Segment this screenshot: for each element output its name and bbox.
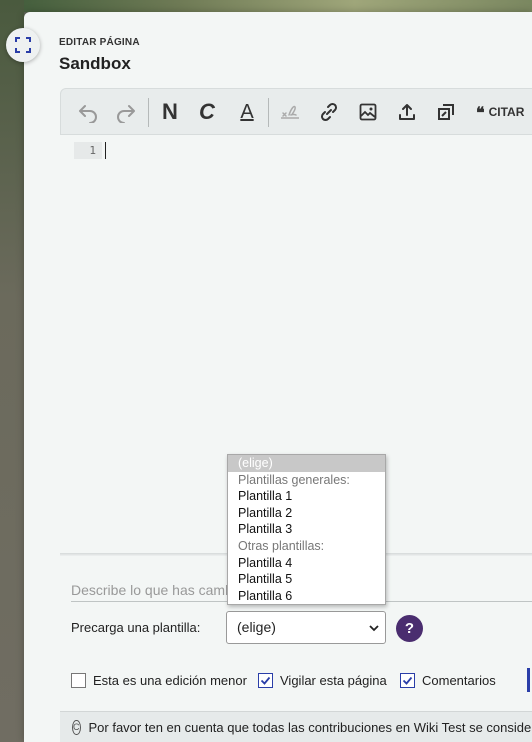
page-title: Sandbox bbox=[59, 54, 131, 73]
dialog-header-label: EDITAR PÁGINA bbox=[59, 37, 140, 48]
license-notice: C Por favor ten en cuenta que todas las … bbox=[60, 711, 532, 742]
image-icon bbox=[359, 103, 377, 121]
line-number: 1 bbox=[74, 142, 102, 159]
upload-button[interactable] bbox=[394, 99, 420, 125]
template-select[interactable]: (elige) bbox=[226, 611, 386, 644]
redo-icon bbox=[117, 105, 135, 123]
image-button[interactable] bbox=[355, 99, 381, 125]
watch-page-checkbox[interactable] bbox=[258, 672, 273, 688]
minor-edit-checkbox[interactable] bbox=[71, 672, 86, 688]
dropdown-option[interactable]: Plantilla 6 bbox=[228, 588, 385, 605]
checkmark-icon bbox=[402, 676, 413, 685]
dropdown-option[interactable]: Plantilla 3 bbox=[228, 521, 385, 538]
quote-icon: ❝ bbox=[476, 102, 485, 122]
template-label: Precarga una plantilla: bbox=[71, 620, 201, 635]
underline-label: A bbox=[240, 101, 254, 123]
redo-button[interactable] bbox=[113, 99, 139, 125]
dropdown-option[interactable]: Plantilla 5 bbox=[228, 571, 385, 588]
dropdown-option[interactable]: Plantilla 2 bbox=[228, 505, 385, 522]
help-label: ? bbox=[404, 620, 415, 637]
bold-label: N bbox=[162, 99, 178, 124]
dropdown-group-label: Plantillas generales: bbox=[238, 472, 350, 487]
template-button[interactable] bbox=[433, 99, 459, 125]
link-icon bbox=[320, 102, 338, 122]
background-banner bbox=[0, 0, 532, 12]
bold-button[interactable]: N bbox=[157, 99, 183, 125]
template-dropdown-list: (elige) Plantillas generales: Plantilla … bbox=[227, 454, 386, 605]
cite-button[interactable]: ❝ CITAR bbox=[476, 99, 524, 125]
text-caret bbox=[105, 142, 106, 159]
expand-icon bbox=[15, 37, 31, 53]
template-icon bbox=[438, 104, 454, 120]
cite-label: CITAR bbox=[488, 105, 525, 119]
minor-edit-checkbox-row[interactable]: Esta es una edición menor bbox=[71, 671, 247, 689]
signature-icon bbox=[281, 105, 299, 119]
dropdown-option[interactable]: Plantilla 4 bbox=[228, 555, 385, 572]
dropdown-option[interactable]: Plantilla 1 bbox=[228, 488, 385, 505]
license-notice-text: Por favor ten en cuenta que todas las co… bbox=[88, 719, 532, 735]
undo-icon bbox=[79, 105, 97, 123]
comments-checkbox-row[interactable]: Comentarios bbox=[400, 671, 496, 689]
save-button-edge[interactable] bbox=[527, 668, 530, 692]
minor-edit-label: Esta es una edición menor bbox=[93, 672, 247, 688]
link-button[interactable] bbox=[316, 99, 342, 125]
dropdown-option[interactable]: (elige) bbox=[228, 455, 385, 472]
watch-page-label: Vigilar esta página bbox=[280, 672, 387, 688]
dropdown-group-label: Otras plantillas: bbox=[238, 538, 325, 553]
checkmark-icon bbox=[260, 676, 271, 685]
copyleft-icon: C bbox=[72, 719, 81, 735]
signature-button[interactable] bbox=[277, 99, 303, 125]
template-select-value: (elige) bbox=[237, 619, 276, 635]
italic-label: C bbox=[199, 99, 215, 124]
italic-button[interactable]: C bbox=[194, 99, 220, 125]
comments-checkbox[interactable] bbox=[400, 672, 415, 688]
underline-button[interactable]: A bbox=[234, 99, 260, 125]
editor-toolbar: N C A ❝ CITAR bbox=[60, 88, 532, 135]
comments-label: Comentarios bbox=[422, 672, 496, 688]
watch-page-checkbox-row[interactable]: Vigilar esta página bbox=[258, 671, 387, 689]
undo-button[interactable] bbox=[75, 99, 101, 125]
help-button[interactable]: ? bbox=[396, 615, 423, 642]
chevron-down-icon bbox=[369, 625, 379, 632]
toolbar-divider bbox=[268, 98, 269, 127]
expand-button[interactable] bbox=[6, 28, 40, 62]
upload-icon bbox=[399, 104, 415, 120]
background-page bbox=[0, 0, 24, 742]
toolbar-divider bbox=[148, 98, 149, 127]
